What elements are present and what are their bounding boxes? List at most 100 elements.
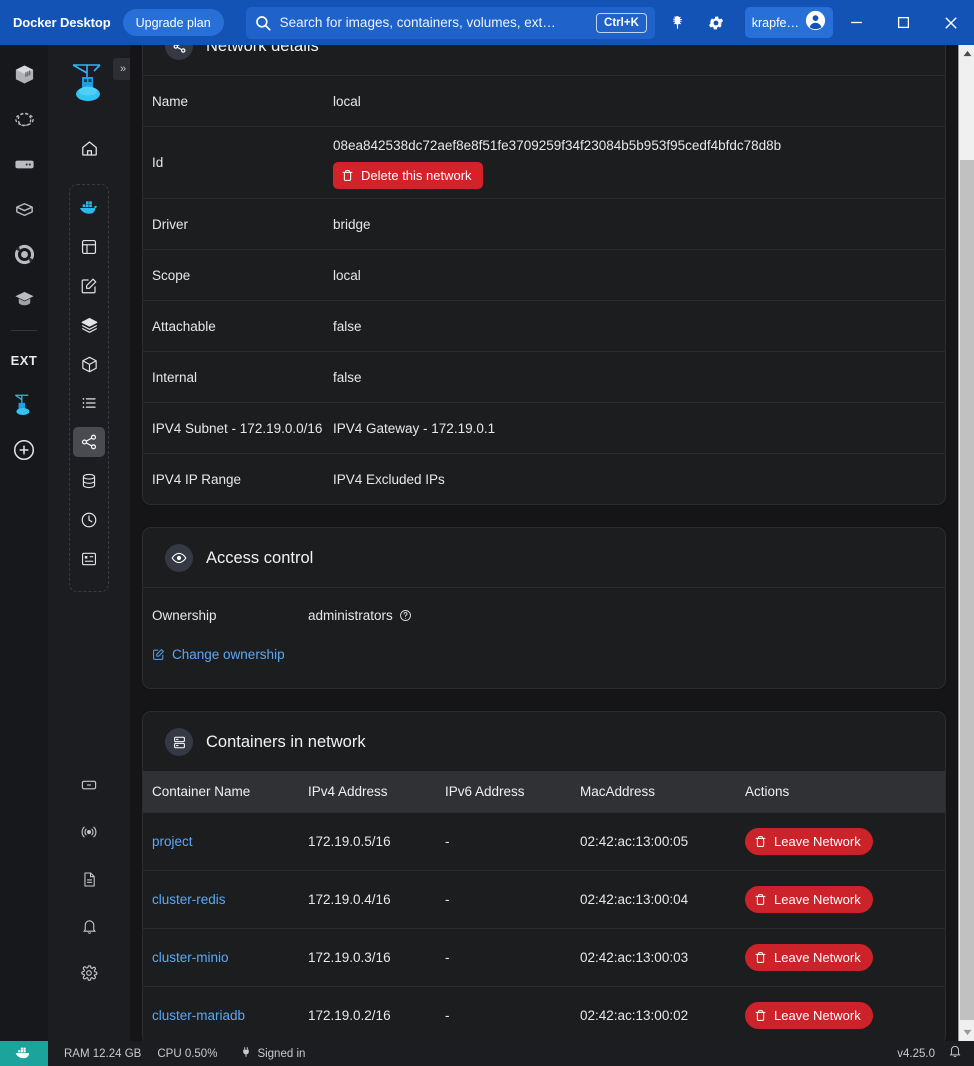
extension-rail: EXT	[0, 45, 48, 1041]
plug-icon	[240, 1046, 252, 1061]
delete-network-button[interactable]: Delete this network	[333, 162, 483, 189]
learning-center-icon[interactable]	[7, 282, 41, 316]
detail-row: Attachable false	[143, 300, 945, 351]
change-ownership-link[interactable]: Change ownership	[152, 647, 285, 662]
detail-value: bridge	[333, 216, 371, 232]
cell-actions: Leave Network	[745, 986, 945, 1041]
container-link[interactable]: cluster-mariadb	[152, 1008, 245, 1023]
cell-ipv4: 172.19.0.5/16	[308, 812, 445, 871]
sidebar-item-archive[interactable]	[73, 770, 105, 800]
container-link[interactable]: project	[152, 834, 193, 849]
signed-in-status[interactable]: Signed in	[235, 1046, 305, 1061]
column-header-ipv6: IPv6 Address	[445, 771, 580, 813]
cell-container-name: cluster-minio	[143, 928, 308, 987]
docker-crane-icon[interactable]	[7, 388, 41, 422]
sidebar-item-notifications[interactable]	[73, 911, 105, 941]
table-row: project 172.19.0.5/16 - 02:42:ac:13:00:0…	[143, 812, 945, 871]
detail-key: IPV4 Subnet - 172.19.0.0/16	[152, 420, 323, 436]
detail-value: local	[333, 93, 361, 109]
container-icon[interactable]	[7, 57, 41, 91]
network-details-header: Network details	[143, 45, 945, 75]
leave-network-button[interactable]: Leave Network	[745, 944, 873, 971]
detail-value: IPV4 Gateway - 172.19.0.1	[333, 420, 496, 436]
bug-icon[interactable]	[663, 8, 693, 38]
trash-icon	[754, 835, 767, 848]
sidebar-item-logs[interactable]	[73, 388, 105, 418]
sidebar-item-dashboard[interactable]	[73, 232, 105, 262]
sidebar-item-compose[interactable]	[73, 271, 105, 301]
container-link[interactable]: cluster-minio	[152, 950, 229, 965]
column-header-ipv4: IPv4 Address	[308, 771, 445, 813]
docker-crane-logo[interactable]	[69, 59, 109, 110]
sidebar-item-home[interactable]	[73, 132, 105, 164]
cell-ipv6: -	[445, 812, 580, 871]
edit-icon	[152, 648, 165, 661]
leave-network-button[interactable]: Leave Network	[745, 886, 873, 913]
upgrade-plan-button[interactable]: Upgrade plan	[122, 9, 224, 36]
trash-icon	[754, 1009, 767, 1022]
detail-row: Name local	[143, 75, 945, 126]
docker-status-whale-icon[interactable]	[0, 1041, 48, 1066]
container-link[interactable]: cluster-redis	[152, 892, 226, 907]
title-bar: Docker Desktop Upgrade plan Search for i…	[0, 0, 974, 45]
ownership-row: Ownership administrators	[152, 608, 945, 623]
network-details-card: Network details Name local Id 08ea842538…	[142, 45, 946, 505]
network-share-icon	[165, 45, 193, 60]
cell-ipv6: -	[445, 870, 580, 929]
table-header-row: Container Name IPv4 Address IPv6 Address…	[143, 771, 945, 813]
sidebar-item-containers[interactable]	[73, 193, 105, 223]
detail-row: Driver bridge	[143, 198, 945, 249]
minimize-icon[interactable]	[833, 0, 880, 45]
volumes-icon[interactable]	[7, 192, 41, 226]
cell-container-name: project	[143, 812, 308, 871]
gear-icon[interactable]	[701, 8, 731, 38]
cpu-usage: CPU 0.50%	[157, 1047, 218, 1060]
cell-ipv6: -	[445, 986, 580, 1041]
extensions-label[interactable]: EXT	[7, 343, 41, 377]
sidebar-item-images[interactable]	[73, 310, 105, 340]
trash-icon	[341, 169, 354, 182]
detail-row: Id 08ea842538dc72aef8e8f51fe3709259f34f2…	[143, 126, 945, 198]
scroll-down-icon[interactable]	[959, 1024, 974, 1041]
user-name: krapfe…	[751, 15, 799, 30]
sidebar-item-builds[interactable]	[73, 544, 105, 574]
question-circle-icon[interactable]	[399, 609, 412, 622]
sidebar-item-docs[interactable]	[73, 864, 105, 894]
detail-row: Scope local	[143, 249, 945, 300]
leave-network-label: Leave Network	[774, 834, 861, 849]
server-icon[interactable]	[7, 147, 41, 181]
sidebar-item-broadcast[interactable]	[73, 817, 105, 847]
detail-row: IPV4 IP Range IPV4 Excluded IPs	[143, 453, 945, 504]
delete-network-label: Delete this network	[361, 168, 472, 183]
vertical-scrollbar[interactable]	[958, 45, 974, 1041]
scroll-up-icon[interactable]	[959, 45, 974, 62]
leave-network-label: Leave Network	[774, 950, 861, 965]
sidebar-item-databases[interactable]	[73, 466, 105, 496]
sidebar-item-volumes[interactable]	[73, 349, 105, 379]
ownership-label: Ownership	[152, 608, 217, 623]
maximize-icon[interactable]	[880, 0, 927, 45]
user-account-chip[interactable]: krapfe…	[744, 7, 833, 38]
sidebar-item-history[interactable]	[73, 505, 105, 535]
column-header-actions: Actions	[745, 771, 945, 813]
leave-network-button[interactable]: Leave Network	[745, 828, 873, 855]
access-control-title: Access control	[206, 548, 314, 567]
detail-value: false	[333, 318, 362, 334]
sidebar-item-settings[interactable]	[73, 958, 105, 988]
leave-network-button[interactable]: Leave Network	[745, 1002, 873, 1029]
containers-icon	[165, 728, 193, 756]
plus-circle-icon[interactable]	[7, 433, 41, 467]
scrollbar-thumb[interactable]	[960, 160, 974, 1020]
sidebar-item-networks[interactable]	[73, 427, 105, 457]
global-search[interactable]: Search for images, containers, volumes, …	[245, 6, 655, 39]
cell-ipv4: 172.19.0.4/16	[308, 870, 445, 929]
bell-icon[interactable]	[948, 1044, 962, 1063]
detail-row: IPV4 Subnet - 172.19.0.0/16 IPV4 Gateway…	[143, 402, 945, 453]
close-icon[interactable]	[927, 0, 974, 45]
kubernetes-icon[interactable]	[7, 237, 41, 271]
trash-icon	[754, 951, 767, 964]
detail-value: IPV4 Excluded IPs	[333, 471, 445, 487]
dev-environments-icon[interactable]	[7, 102, 41, 136]
cell-mac: 02:42:ac:13:00:03	[580, 928, 745, 987]
search-shortcut-badge: Ctrl+K	[596, 12, 647, 33]
